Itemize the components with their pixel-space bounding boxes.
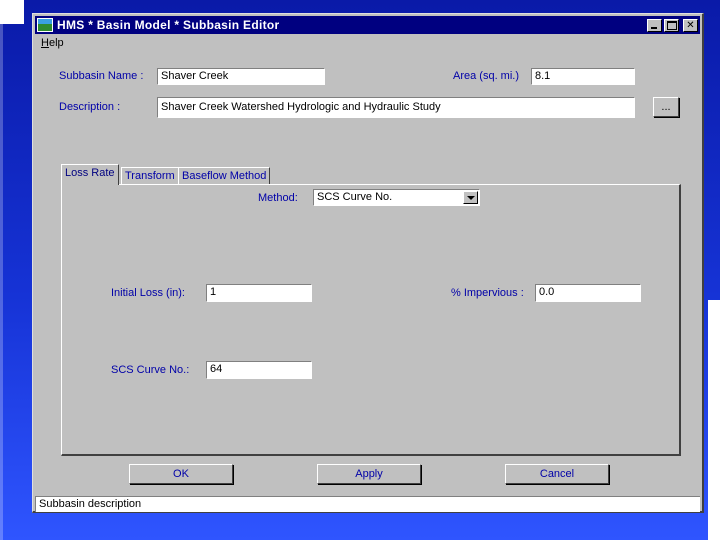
minimize-button[interactable] — [647, 18, 662, 32]
loss-rate-panel — [61, 184, 681, 456]
status-bar: Subbasin description — [35, 496, 700, 512]
method-select[interactable]: SCS Curve No. — [313, 189, 480, 206]
curve-number-label: SCS Curve No.: — [111, 364, 190, 376]
tab-loss-rate[interactable]: Loss Rate — [61, 164, 119, 185]
title-bar[interactable]: HMS * Basin Model * Subbasin Editor ✕ — [35, 16, 700, 34]
cancel-button[interactable]: Cancel — [505, 464, 609, 484]
description-label: Description : — [59, 101, 121, 113]
subbasin-name-input[interactable]: Shaver Creek — [157, 68, 325, 85]
method-select-value: SCS Curve No. — [317, 191, 393, 203]
curve-number-input[interactable]: 64 — [206, 361, 312, 379]
tab-transform[interactable]: Transform — [121, 167, 179, 185]
area-input[interactable]: 8.1 — [531, 68, 635, 85]
description-input[interactable]: Shaver Creek Watershed Hydrologic and Hy… — [157, 97, 635, 118]
impervious-input[interactable]: 0.0 — [535, 284, 641, 302]
close-icon: ✕ — [686, 19, 695, 31]
decorative-bar — [708, 300, 720, 540]
description-browse-button[interactable]: ... — [653, 97, 679, 117]
apply-button[interactable]: Apply — [317, 464, 421, 484]
decorative-line — [0, 24, 3, 540]
menu-bar: Help — [37, 35, 68, 51]
window-title: HMS * Basin Model * Subbasin Editor — [57, 18, 280, 32]
subbasin-name-label: Subbasin Name : — [59, 70, 144, 82]
impervious-label: % Impervious : — [451, 287, 524, 299]
window-controls: ✕ — [647, 18, 698, 32]
decorative-corner — [0, 0, 24, 24]
subbasin-editor-window: HMS * Basin Model * Subbasin Editor ✕ He… — [32, 13, 704, 513]
tab-baseflow-method[interactable]: Baseflow Method — [178, 167, 271, 185]
initial-loss-label: Initial Loss (in): — [111, 287, 185, 299]
close-button[interactable]: ✕ — [683, 18, 698, 32]
chevron-down-icon[interactable] — [463, 191, 478, 204]
hms-app-icon — [37, 18, 53, 32]
maximize-button[interactable] — [664, 18, 679, 32]
ok-button[interactable]: OK — [129, 464, 233, 484]
initial-loss-input[interactable]: 1 — [206, 284, 312, 302]
menu-help[interactable]: Help — [37, 37, 68, 49]
method-label: Method: — [258, 192, 298, 204]
area-label: Area (sq. mi.) — [453, 70, 520, 82]
